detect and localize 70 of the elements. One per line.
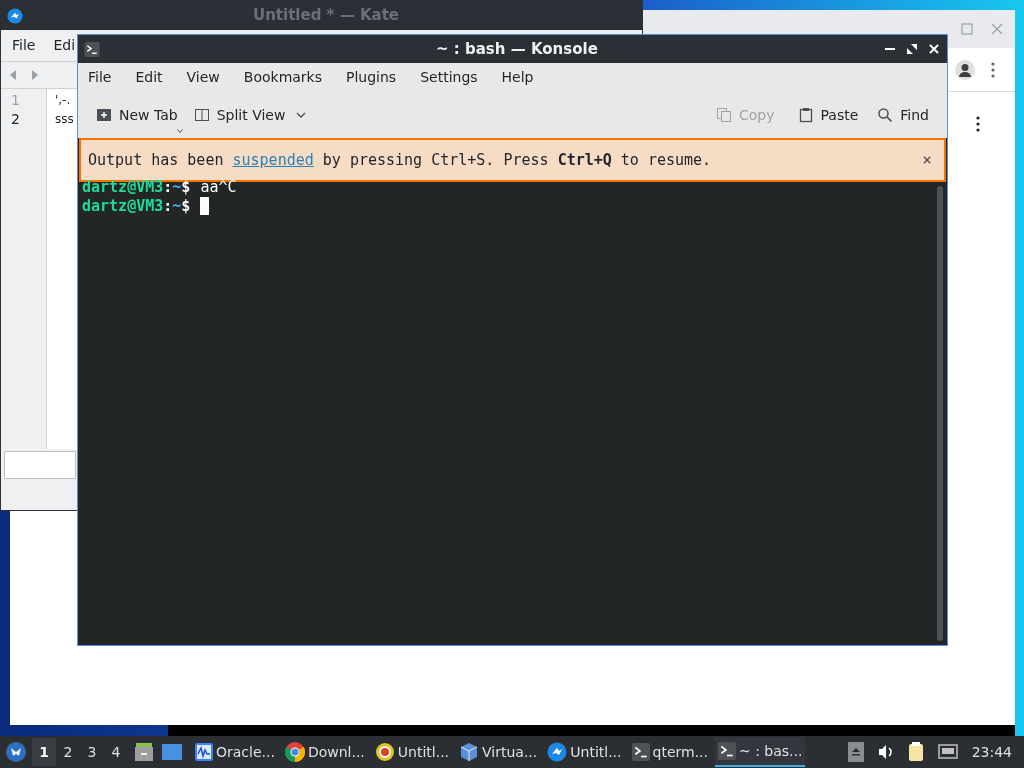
copy-icon [716,107,732,123]
terminal-icon [631,743,650,761]
menu-item[interactable]: File [12,35,36,56]
menu-item[interactable]: Bookmarks [243,67,322,88]
line-number: 1 [11,91,21,110]
code-line: ',-. [55,92,72,109]
start-menu-icon[interactable] [6,742,26,762]
close-button[interactable]: × [922,148,932,172]
restore-icon[interactable] [907,44,917,54]
terminal-icon [718,742,736,760]
caret-icon [176,128,183,133]
menu-icon[interactable] [991,61,995,78]
taskbar-button[interactable]: Oracle... [192,737,278,767]
taskbar-button[interactable]: qterm... [628,737,711,767]
prompt-path: ~ [172,178,182,197]
prompt-symbol: $ [181,197,191,216]
volume-icon[interactable] [877,744,894,760]
clock[interactable]: 23:44 [971,741,1012,763]
window-title: Untitled * — Kate [253,5,399,27]
prompt-separator: : [163,197,173,216]
scrollbar[interactable] [937,186,943,641]
menu-item[interactable]: Plugins [346,67,397,88]
toolbar-button[interactable]: Paste [797,104,859,126]
prompt-user: dartz@VM3 [82,178,164,197]
split-icon [193,107,210,123]
prompt-symbol: $ [181,178,191,197]
split-view-button[interactable]: Split View [193,104,307,126]
eject-icon[interactable] [847,742,864,762]
prompt-separator: : [163,178,173,197]
menu-item[interactable]: Edit [135,67,163,88]
desktop-switcher[interactable]: 1 [32,738,56,766]
cube-icon [459,742,480,762]
target-icon [374,742,395,762]
profile-icon[interactable] [955,59,975,80]
more-icon[interactable] [976,116,980,132]
line-number: 2 [11,110,21,129]
taskbar-button[interactable]: Virtua... [456,737,541,767]
bird-icon [7,7,23,24]
bird-icon [547,742,568,762]
toolbar-button[interactable]: Find [877,104,929,126]
clipboard-icon [797,107,814,123]
code-line: sss [55,111,74,128]
menu-item[interactable]: Settings [420,67,478,88]
add-tab-icon [96,107,112,123]
command-text: aa^C [200,178,237,197]
banner-message: Output has been suspended by pressing Ctrl+S. Press Ctrl+Q to resume. [88,149,712,171]
terminal-icon [83,41,101,57]
taskbar-button[interactable]: Untitl... [544,737,625,767]
menu-item[interactable]: File [88,67,112,88]
desktop-switcher[interactable]: 2 [56,738,80,766]
taskbar-button[interactable]: ~ : bas... [715,737,806,767]
desktop-switcher[interactable]: 3 [80,738,104,766]
window-title: ~ : bash — Konsole [436,38,598,60]
browser-icon [284,742,305,762]
menu-item[interactable]: View [186,67,220,88]
input-field[interactable] [4,451,76,479]
network-icon[interactable] [937,744,958,760]
toolbar-button[interactable]: New Tab [96,104,178,126]
menu-item[interactable]: Edi [53,35,76,56]
chevron-down-icon [296,112,307,118]
prompt-path: ~ [172,197,182,216]
taskbar-button[interactable]: Downl... [281,737,368,767]
prompt-user: dartz@VM3 [82,197,164,216]
menu-item[interactable]: Help [501,67,534,88]
search-icon [877,107,894,123]
taskbar-button[interactable]: Untitl... [371,737,453,767]
monitor-icon [195,743,213,761]
file-cabinet-icon[interactable] [134,742,154,762]
desktop-switcher[interactable]: 4 [104,738,128,766]
clipboard-icon[interactable] [907,742,924,762]
